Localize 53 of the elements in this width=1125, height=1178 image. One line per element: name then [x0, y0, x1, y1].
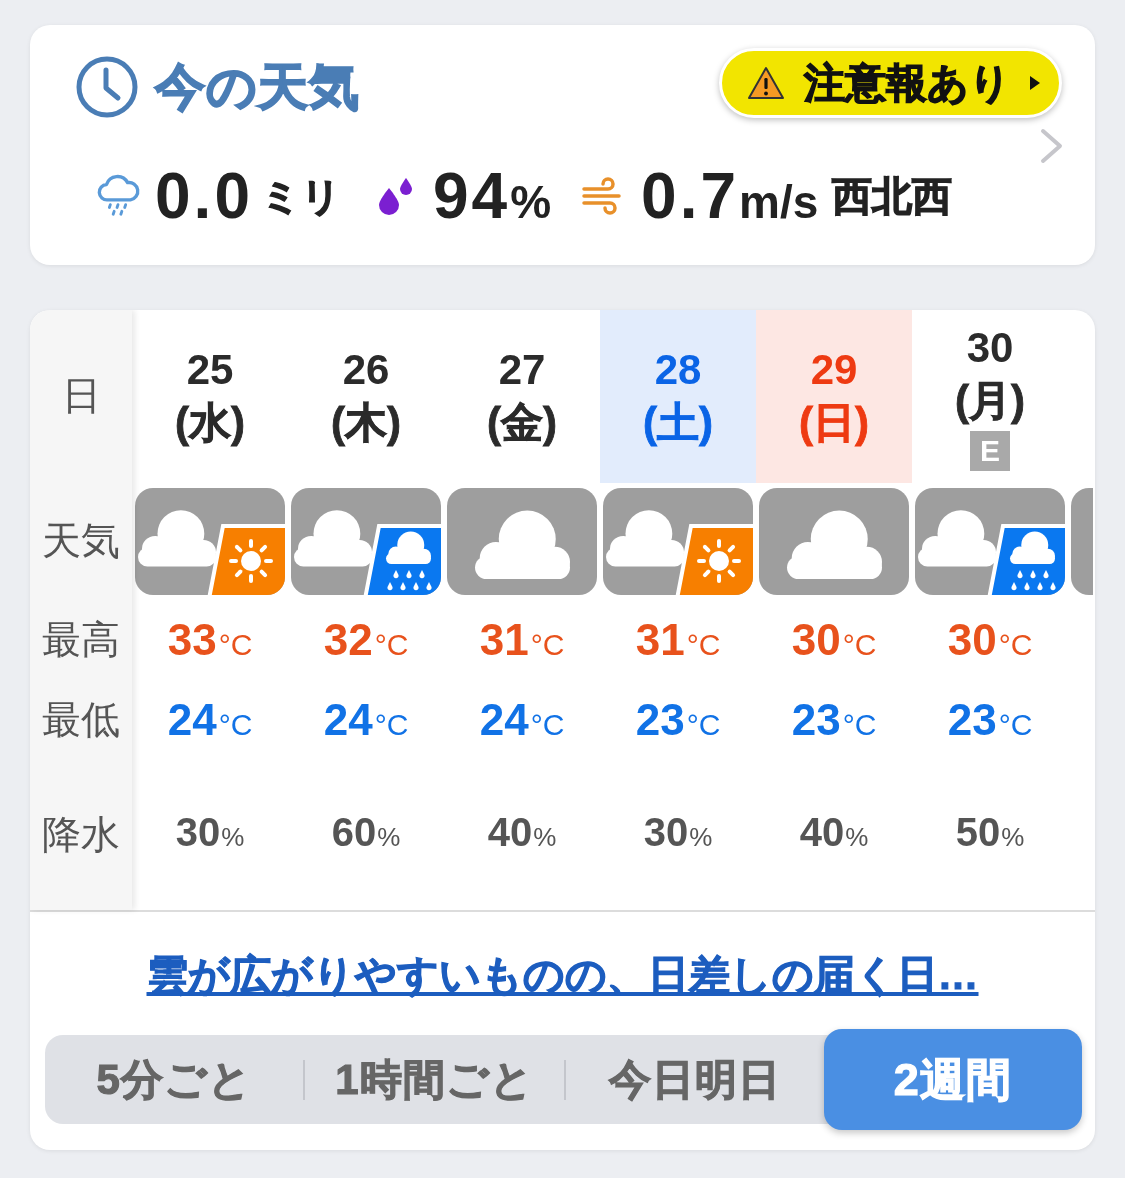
precipitation-chance: 40%	[799, 812, 869, 852]
precipitation-chance: 50%	[955, 812, 1025, 852]
range-tab[interactable]: 1時間ごと	[305, 1035, 564, 1124]
weekday-label: (水)	[175, 397, 245, 448]
precipitation-chance: 30%	[643, 812, 713, 852]
wind-direction: 西北西	[832, 176, 953, 216]
range-tab[interactable]: 今日明日	[565, 1035, 824, 1124]
low-temperature: 24°C	[323, 698, 409, 742]
rain-cloud-icon	[95, 173, 141, 219]
day-number: 29	[810, 345, 858, 395]
high-temperature: 31°C	[635, 618, 721, 662]
row-label: 日	[61, 375, 101, 418]
high-temperature: 31°C	[479, 618, 565, 662]
rainfall-unit: ミリ	[260, 176, 341, 216]
range-tab[interactable]: 2週間	[823, 1029, 1082, 1130]
weekday-label: (木)	[331, 397, 401, 448]
day-number: 28	[654, 345, 702, 395]
low-temperature: 23°C	[635, 698, 721, 742]
forecast-summary-link[interactable]: 雲が広がりやすいものの、日差しの届く日…	[146, 952, 979, 998]
low-temperature: 24°C	[479, 698, 565, 742]
humidity-value: 94%	[432, 164, 552, 228]
weekday-label: (日)	[799, 397, 869, 448]
caret-icon	[1029, 75, 1041, 91]
day-number: 30	[966, 323, 1014, 373]
high-temperature: 30°C	[791, 618, 877, 662]
day-number: 27	[498, 345, 546, 395]
row-label: 最高	[42, 618, 120, 662]
clock-icon	[75, 55, 139, 119]
wind-speed: 0.7m/s	[641, 164, 819, 228]
warning-icon	[746, 65, 786, 101]
rainfall-value: 0.0	[155, 164, 253, 228]
reliability-badge: E	[970, 431, 1010, 471]
row-label: 降水	[42, 813, 120, 857]
precipitation-chance: 40%	[487, 812, 557, 852]
day-number: 25	[186, 345, 234, 395]
row-label: 最低	[42, 698, 120, 742]
row-label: 天気	[42, 520, 120, 563]
low-temperature: 24°C	[167, 698, 253, 742]
alert-button[interactable]: 注意報あり	[719, 48, 1062, 118]
current-weather-title: 今の天気	[155, 59, 360, 115]
day-number: 26	[342, 345, 390, 395]
high-temperature: 33°C	[167, 618, 253, 662]
precipitation-chance: 30%	[175, 812, 245, 852]
precipitation-chance: 60%	[331, 812, 401, 852]
high-temperature: 30°C	[947, 618, 1033, 662]
weekday-label: (月)	[955, 375, 1025, 426]
weekday-label: (金)	[487, 397, 557, 448]
low-temperature: 23°C	[791, 698, 877, 742]
chevron-right-icon	[1039, 128, 1065, 164]
high-temperature: 32°C	[323, 618, 409, 662]
range-tab[interactable]: 5分ごと	[45, 1035, 304, 1124]
low-temperature: 23°C	[947, 698, 1033, 742]
weekday-label: (土)	[643, 397, 713, 448]
